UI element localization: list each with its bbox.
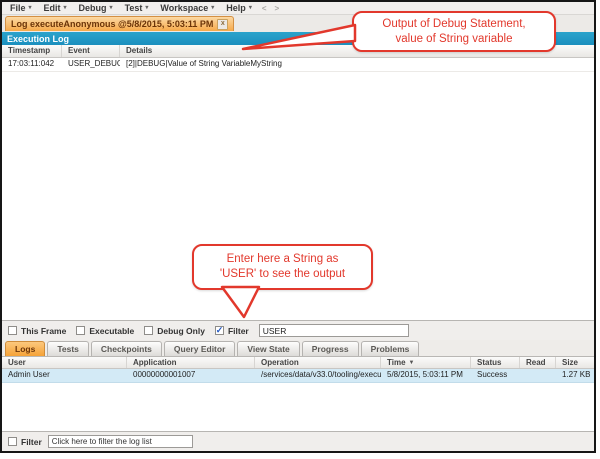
window-frame: File ▾ Edit ▾ Debug ▾ Test ▾ Workspace ▾ Help… (0, 0, 596, 453)
cell-application: 00000000001007 (133, 370, 196, 379)
chevron-down-icon: ▾ (145, 5, 149, 11)
column-header-read[interactable]: Read (520, 357, 556, 368)
tab-progress[interactable]: Progress (301, 341, 359, 356)
log-list-filter-input[interactable] (47, 435, 193, 448)
menu-help[interactable]: Help ▾ (220, 3, 258, 13)
chevron-down-icon: ▾ (248, 5, 252, 11)
menu-workspace[interactable]: Workspace ▾ (154, 3, 220, 13)
checkbox-icon[interactable] (8, 437, 17, 446)
checkbox-this-frame[interactable]: This Frame (8, 326, 66, 336)
checkbox-executable[interactable]: Executable (76, 326, 134, 336)
callout-text: Output of Debug Statement, (382, 17, 526, 30)
menu-file[interactable]: File ▾ (4, 3, 38, 13)
panel-title: Execution Log (7, 33, 70, 44)
checkbox-debug-only[interactable]: Debug Only (144, 326, 205, 336)
checkbox-checked-icon[interactable]: ✓ (214, 325, 224, 335)
menu-test[interactable]: Test ▾ (119, 3, 155, 13)
chevron-down-icon: ▾ (28, 5, 32, 11)
cell-user: Admin User (8, 370, 50, 379)
cell-timestamp: 17:03:11:042 (8, 59, 55, 68)
cell-read (520, 369, 556, 382)
execution-log-row[interactable]: 17:03:11:042 USER_DEBUG [2]|DEBUG|Value … (2, 58, 594, 72)
chevron-down-icon: ▾ (109, 5, 113, 11)
sort-desc-icon: ▼ (408, 360, 415, 366)
cell-event: USER_DEBUG (68, 59, 120, 68)
menu-edit[interactable]: Edit ▾ (38, 3, 73, 13)
filter-input[interactable] (258, 324, 409, 337)
column-header-time[interactable]: Time ▼ (381, 357, 471, 368)
tab-tests[interactable]: Tests (47, 341, 89, 356)
column-header-timestamp: Timestamp (2, 45, 62, 57)
tab-checkpoints[interactable]: Checkpoints (90, 341, 162, 356)
tab-title: Log executeAnonymous @5/8/2015, 5:03:11 … (11, 19, 214, 29)
log-list-filter-bar: Filter (2, 431, 594, 451)
menu-debug[interactable]: Debug ▾ (73, 3, 119, 13)
column-header-status[interactable]: Status (471, 357, 520, 368)
column-header-size[interactable]: Size (556, 357, 594, 368)
log-table-row[interactable]: Admin User 00000000001007 /services/data… (2, 369, 594, 383)
callout-text: Enter here a String as (226, 253, 339, 266)
cell-operation: /services/data/v33.0/tooling/executeAn..… (261, 370, 381, 379)
callout-debug-output: Output of Debug Statement, value of Stri… (352, 11, 556, 52)
column-header-application[interactable]: Application (127, 357, 255, 368)
checkbox-icon[interactable] (76, 326, 86, 335)
tab-problems[interactable]: Problems (360, 341, 420, 356)
cell-size: 1.27 KB (562, 370, 591, 379)
column-header-operation[interactable]: Operation (255, 357, 381, 368)
nav-back-icon[interactable]: < (258, 4, 271, 13)
checkbox-log-filter[interactable]: Filter (8, 437, 42, 447)
callout-filter-hint: Enter here a String as 'USER' to see the… (192, 244, 373, 290)
cell-details: [2]|DEBUG|Value of String VariableMyStri… (126, 59, 282, 68)
column-header-event: Event (62, 45, 120, 57)
log-controls-bar: This Frame Executable Debug Only ✓ Filte… (2, 320, 594, 340)
developer-console-window: File ▾ Edit ▾ Debug ▾ Test ▾ Workspace ▾ Help… (0, 0, 600, 459)
logs-table-header-row: User Application Operation Time ▼ Status … (2, 357, 594, 369)
checkbox-filter[interactable]: ✓ Filter (214, 325, 249, 336)
cell-time: 5/8/2015, 5:03:11 PM (387, 370, 463, 379)
tab-logs[interactable]: Logs (5, 341, 46, 356)
column-header-user[interactable]: User (2, 357, 127, 368)
console-tab-strip: Logs Tests Checkpoints Query Editor View… (2, 340, 594, 357)
chevron-down-icon: ▾ (63, 5, 67, 11)
tab-query-editor[interactable]: Query Editor (163, 341, 236, 356)
close-icon[interactable]: x (217, 18, 229, 30)
callout-text: 'USER' to see the output (219, 268, 346, 280)
chevron-down-icon: ▾ (211, 5, 215, 11)
callout-text: value of String variable (395, 32, 513, 45)
tab-view-state[interactable]: View State (237, 341, 300, 356)
nav-forward-icon[interactable]: > (271, 4, 284, 13)
cell-status: Success (477, 370, 508, 379)
checkbox-icon[interactable] (144, 326, 154, 335)
checkbox-icon[interactable] (8, 326, 17, 335)
tab-log-execute-anonymous[interactable]: Log executeAnonymous @5/8/2015, 5:03:11 … (5, 16, 235, 31)
